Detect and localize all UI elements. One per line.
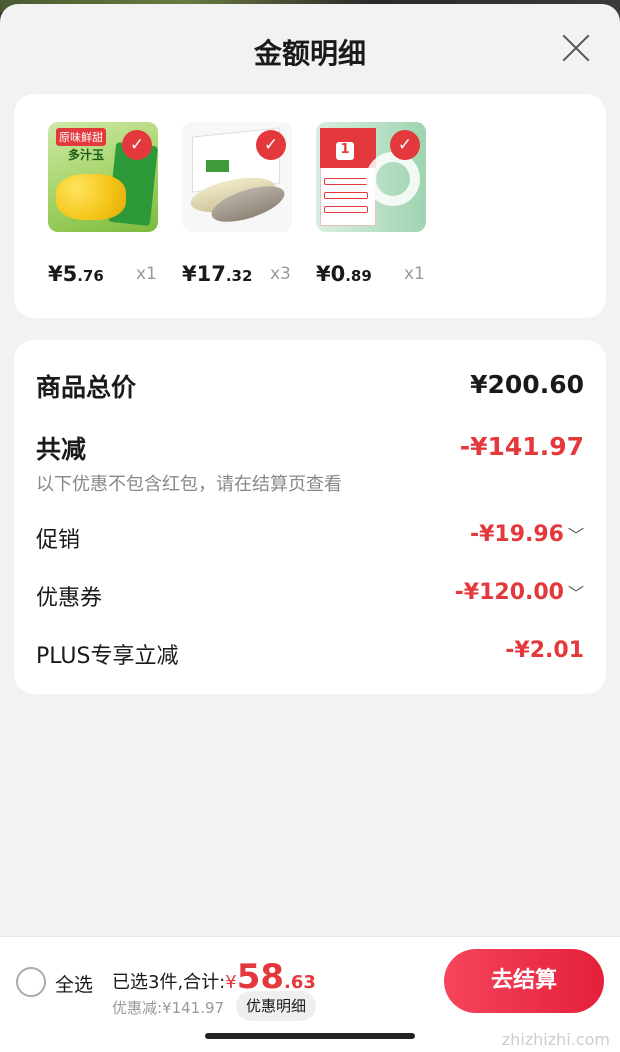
product-quantity: x3 [270, 264, 291, 284]
total-price-value: ¥200.60 [470, 370, 584, 399]
product-item[interactable]: 原味鲜甜 多汁玉 ✓ ¥5.76 x1 [48, 122, 158, 286]
plus-discount-value: -¥2.01 [505, 638, 584, 663]
discount-note: 以下优惠不包含红包，请在结算页查看 [36, 474, 342, 495]
product-image-tape: 1 ✓ [316, 122, 426, 232]
amount-detail-sheet: 金额明细 原味鲜甜 多汁玉 ✓ ¥5.76 x1 ✓ ¥17.32 x3 1 ✓… [0, 4, 620, 1052]
total-reduction-value: -¥141.97 [459, 432, 584, 461]
discount-detail-button[interactable]: 优惠明细 [236, 991, 317, 1021]
promotion-label: 促销 [36, 528, 81, 553]
product-image-text: 1 [336, 142, 354, 160]
total-price-label: 商品总价 [36, 373, 137, 402]
product-quantity: x1 [136, 264, 157, 284]
product-price: ¥17.32 [182, 262, 253, 286]
checkmark-icon: ✓ [122, 130, 152, 160]
select-all-radio[interactable] [16, 967, 46, 997]
product-item[interactable]: ✓ ¥17.32 x3 [182, 122, 292, 286]
plus-discount-label: PLUS专享立减 [36, 644, 179, 669]
watermark: zhizhizhi.com [501, 1030, 610, 1049]
coupon-value: -¥120.00 [454, 580, 564, 605]
select-all-label[interactable]: 全选 [55, 970, 93, 997]
product-image-corn-box: ✓ [182, 122, 292, 232]
home-indicator [205, 1033, 415, 1039]
checkmark-icon: ✓ [256, 130, 286, 160]
product-image-corn-bag: 原味鲜甜 多汁玉 ✓ [48, 122, 158, 232]
product-price: ¥0.89 [316, 262, 372, 286]
product-image-text: 多汁玉 [68, 148, 105, 162]
product-list-card: 原味鲜甜 多汁玉 ✓ ¥5.76 x1 ✓ ¥17.32 x3 1 ✓ ¥0.8… [14, 94, 606, 318]
promotion-row[interactable]: -¥19.96 ﹀ [470, 522, 584, 547]
checkmark-icon: ✓ [390, 130, 420, 160]
product-item[interactable]: 1 ✓ ¥0.89 x1 [316, 122, 426, 286]
product-image-text: 原味鲜甜 [56, 128, 106, 146]
coupon-row[interactable]: -¥120.00 ﹀ [455, 580, 584, 605]
coupon-label: 优惠券 [36, 586, 103, 611]
product-price: ¥5.76 [48, 262, 104, 286]
sheet-title: 金额明细 [253, 37, 366, 70]
chevron-down-icon: ﹀ [567, 526, 584, 545]
discount-summary: 优惠减:¥141.97 [112, 999, 225, 1017]
promotion-value: -¥19.96 [469, 522, 564, 547]
total-reduction-label: 共减 [36, 435, 87, 464]
close-icon[interactable] [558, 30, 594, 66]
chevron-down-icon: ﹀ [567, 584, 584, 603]
selected-count-text: 已选3件,合计: [112, 972, 226, 993]
price-summary-card: 商品总价 ¥200.60 共减 -¥141.97 以下优惠不包含红包，请在结算页… [14, 340, 606, 694]
checkout-button[interactable]: 去结算 [444, 949, 604, 1013]
product-quantity: x1 [404, 264, 425, 284]
